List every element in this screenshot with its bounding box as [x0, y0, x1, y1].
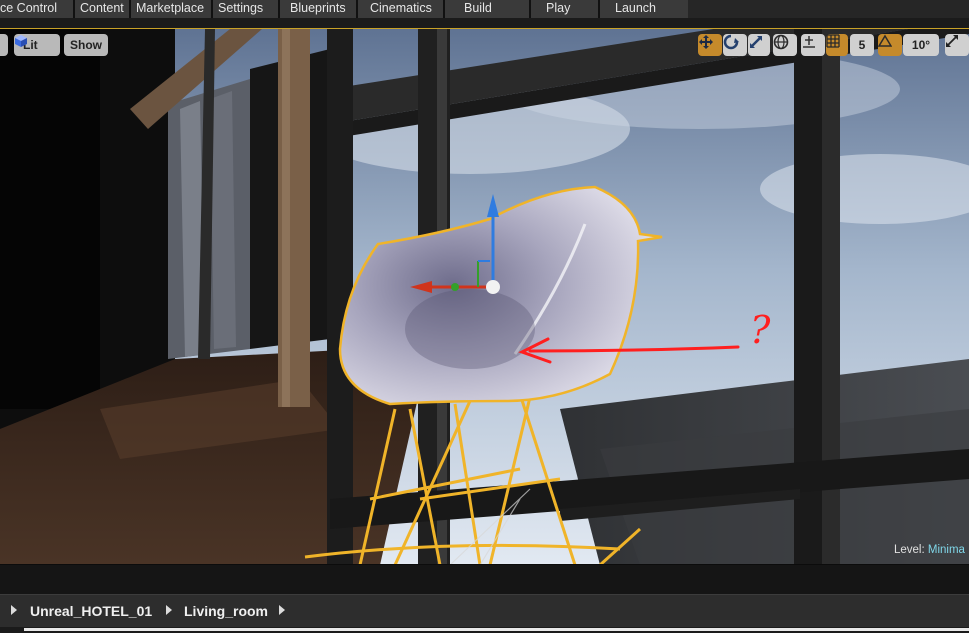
content-button[interactable]: Content	[80, 0, 124, 18]
annotation-question-mark: ?	[750, 308, 771, 352]
rotation-snap-toggle-button[interactable]	[878, 34, 902, 56]
view-mode-lit-button[interactable]: Lit	[14, 34, 60, 56]
breadcrumb-arrow-icon[interactable]	[11, 605, 17, 615]
translate-mode-button[interactable]	[698, 34, 722, 56]
show-flags-button[interactable]: Show	[64, 34, 108, 56]
content-area-edge	[24, 628, 969, 631]
source-control-button[interactable]: ce Control	[0, 0, 57, 18]
panel-divider	[0, 564, 969, 595]
breadcrumb-arrow-icon[interactable]	[279, 605, 285, 615]
toolbar-separator	[598, 0, 600, 18]
rotate-icon	[723, 34, 739, 50]
play-button[interactable]: Play	[546, 0, 570, 18]
breadcrumb-item-living-room[interactable]: Living_room	[184, 603, 268, 619]
surface-snap-icon	[803, 36, 815, 48]
main-toolbar: ce Control Content Marketplace Settings …	[0, 0, 969, 18]
toolbar-separator	[529, 0, 531, 18]
level-value: Minima	[927, 544, 965, 556]
surface-snap-button[interactable]	[801, 34, 825, 56]
toolbar-separator	[211, 0, 213, 18]
level-label: Level:	[894, 544, 925, 556]
breadcrumb-item-unreal-hotel[interactable]: Unreal_HOTEL_01	[30, 603, 152, 619]
build-button[interactable]: Build	[464, 0, 492, 18]
world-local-toggle-button[interactable]	[773, 34, 797, 56]
viewport-options-button[interactable]	[0, 34, 8, 56]
rotate-mode-button[interactable]	[723, 34, 747, 56]
level-viewport[interactable]: ? Lit Show 5 10° Level: Minima	[0, 28, 969, 565]
grid-snap-value-dropdown[interactable]: 5	[850, 34, 874, 56]
maximize-icon	[946, 35, 958, 47]
toolbar-separator	[443, 0, 445, 18]
breadcrumb-arrow-icon[interactable]	[166, 605, 172, 615]
settings-button[interactable]: Settings	[218, 0, 263, 18]
blueprints-button[interactable]: Blueprints	[290, 0, 346, 18]
rotation-snap-value: 10°	[911, 38, 931, 52]
viewport-scene	[0, 29, 969, 565]
scale-mode-button[interactable]	[748, 34, 770, 56]
current-level-indicator: Level: Minima	[894, 544, 965, 556]
toolbar-separator	[356, 0, 358, 18]
scale-icon	[750, 36, 762, 48]
grid-snap-icon	[826, 34, 840, 48]
rotation-snap-value-dropdown[interactable]: 10°	[903, 34, 939, 56]
maximize-viewport-button[interactable]	[945, 34, 969, 56]
grid-snap-toggle-button[interactable]	[826, 34, 848, 56]
toolbar-separator	[278, 0, 280, 18]
cinematics-button[interactable]: Cinematics	[370, 0, 432, 18]
lit-cube-icon	[15, 35, 27, 47]
rotation-snap-icon	[878, 34, 892, 47]
marketplace-button[interactable]: Marketplace	[136, 0, 204, 18]
launch-button[interactable]: Launch	[615, 0, 656, 18]
world-local-icon	[773, 34, 789, 50]
translate-icon	[699, 35, 713, 49]
grid-snap-value: 5	[858, 38, 866, 52]
breadcrumb: Unreal_HOTEL_01 Living_room	[0, 594, 969, 627]
toolbar-separator	[73, 0, 75, 18]
toolbar-separator	[129, 0, 131, 18]
